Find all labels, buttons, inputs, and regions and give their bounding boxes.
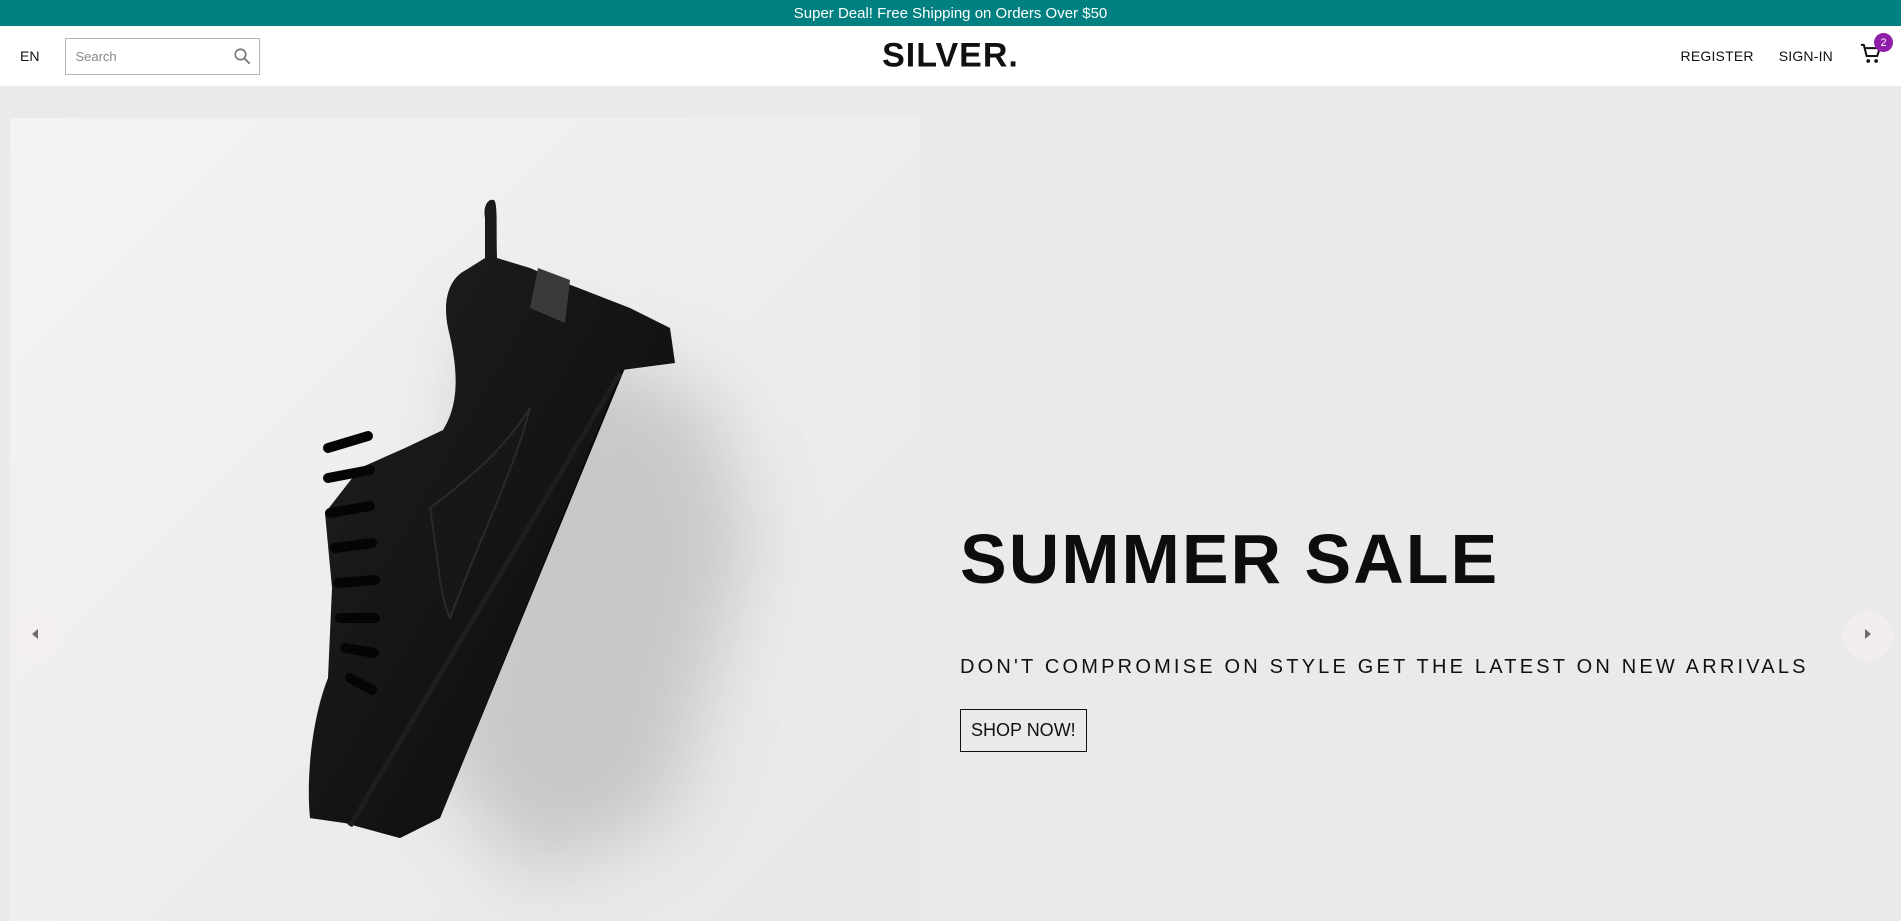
signin-link[interactable]: SIGN-IN [1779, 48, 1833, 64]
register-link[interactable]: REGISTER [1681, 48, 1754, 64]
cart-count-badge: 2 [1874, 33, 1893, 52]
search-input[interactable] [73, 47, 232, 65]
arrow-left-icon [30, 627, 40, 645]
search-icon[interactable] [231, 45, 253, 67]
navbar: EN SILVER. REGISTER SIGN-IN 2 [0, 26, 1901, 86]
announcement-text: Super Deal! Free Shipping on Orders Over… [793, 4, 1108, 22]
slide-description: DON'T COMPROMISE ON STYLE GET THE LATEST… [960, 656, 1809, 678]
logo[interactable]: SILVER. [882, 37, 1019, 76]
slide: SUMMER SALE DON'T COMPROMISE ON STYLE GE… [0, 86, 1901, 921]
language-selector[interactable]: EN [20, 48, 39, 64]
slider-prev-button[interactable] [10, 611, 60, 661]
slide-info: SUMMER SALE DON'T COMPROMISE ON STYLE GE… [960, 524, 1860, 752]
arrow-right-icon [1863, 627, 1873, 645]
black-sneaker-image [10, 118, 920, 921]
announcement-bar: Super Deal! Free Shipping on Orders Over… [0, 0, 1901, 26]
slider-next-button[interactable] [1843, 611, 1893, 661]
shop-now-button[interactable]: SHOP NOW! [960, 709, 1087, 752]
search-container [65, 37, 261, 75]
cart-button[interactable]: 2 [1859, 33, 1893, 68]
nav-left: EN [20, 37, 261, 75]
hero-slider: SUMMER SALE DON'T COMPROMISE ON STYLE GE… [0, 86, 1901, 921]
nav-right: REGISTER SIGN-IN 2 [1656, 33, 1893, 68]
slide-title: SUMMER SALE [960, 520, 1500, 598]
